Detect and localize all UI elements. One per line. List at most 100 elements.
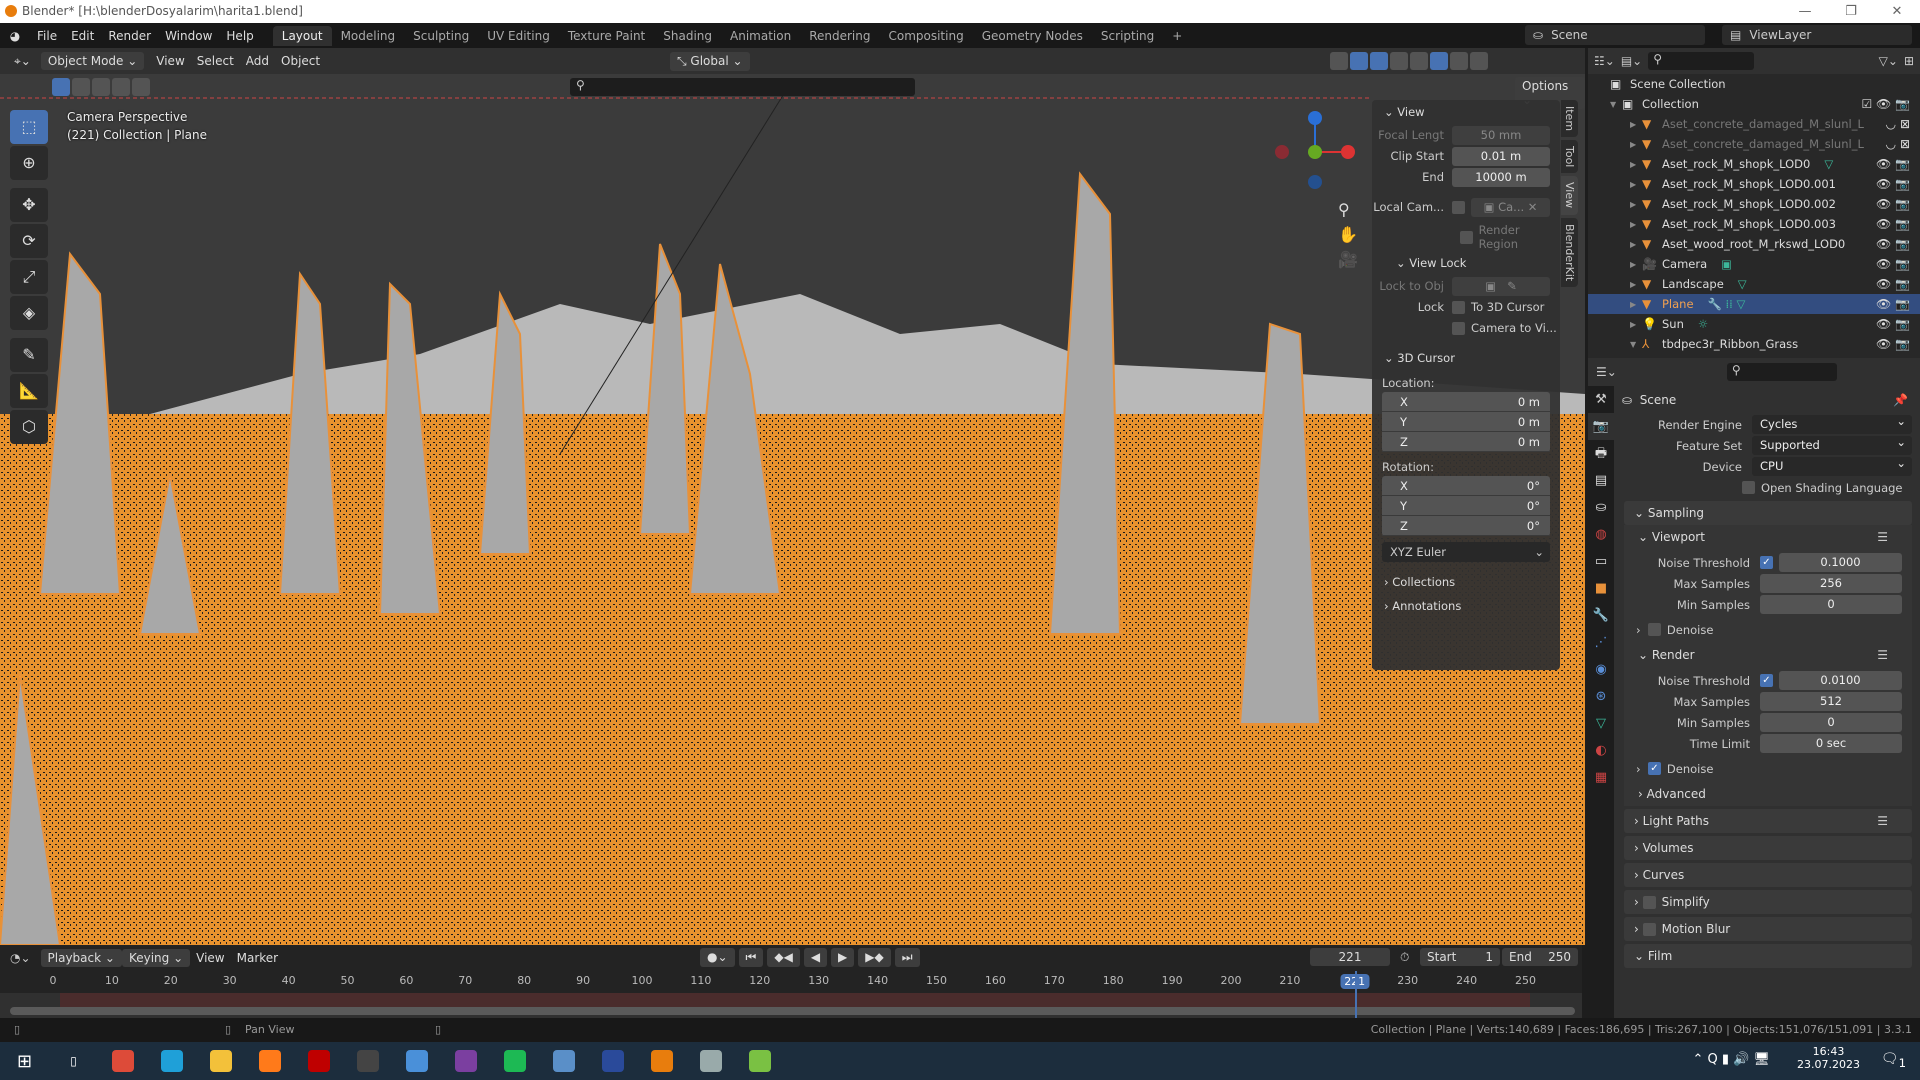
panel-film[interactable]: ⌄ Film [1624,944,1912,968]
render-min-samples-field[interactable]: 0 [1760,713,1902,732]
visibility-icon[interactable] [1330,52,1348,70]
outliner-item[interactable]: ▼ ⅄ tbdpec3r_Ribbon_Grass 👁 📷 [1588,334,1920,354]
cursor-icon[interactable]: ⊕ [10,146,48,180]
panel-curves[interactable]: › Curves [1624,863,1912,887]
visibility-toggles[interactable]: 👁 📷 [1876,317,1910,331]
viewport-noise-checkbox[interactable]: ✓ [1760,556,1773,569]
rendered-shading-icon[interactable] [1470,52,1488,70]
visibility-toggles[interactable]: 👁 📷 [1876,297,1910,311]
prev-keyframe-button[interactable]: ◆◀ [767,948,800,967]
3d-viewport[interactable]: ⚲ Options ⌄ ⬚⊕ ✥⟳⤢◈ ✎📐⬡ Camera Perspective… [0,74,1585,945]
cursor-loc-y-field[interactable]: Y 0 m [1382,412,1550,432]
taskbar-chrome[interactable] [98,1042,147,1080]
panel-simplify[interactable]: › Simplify [1624,890,1912,914]
xray-toggle-icon[interactable] [1390,52,1408,70]
filter-view-layer-icon[interactable]: ▤⌄ [1621,54,1642,68]
taskbar-firefox[interactable] [245,1042,294,1080]
annotate-icon[interactable]: ✎ [10,338,48,372]
select-intersect-icon[interactable] [132,78,150,96]
viewport-max-samples-field[interactable]: 256 [1760,574,1902,593]
menu-help[interactable]: Help [219,29,260,43]
taskbar-mixer[interactable] [343,1042,392,1080]
feature-set-dropdown[interactable]: Supported [1752,433,1912,455]
blender-menu-icon[interactable]: ◕ [0,29,30,43]
taskbar-notepad[interactable] [735,1042,784,1080]
cursor-rot-y-field[interactable]: Y 0° [1382,496,1550,516]
material-shading-icon[interactable] [1450,52,1468,70]
tab-modeling[interactable]: Modeling [332,26,405,46]
rotate-icon[interactable]: ⟳ [10,224,48,258]
advanced-subpanel-header[interactable]: › Advanced [1624,782,1912,806]
cursor-loc-x-field[interactable]: X 0 m [1382,392,1550,412]
end-frame-field[interactable]: End 250 [1502,948,1578,966]
editor-type-icon[interactable]: ◔⌄ [10,951,31,965]
new-collection-icon[interactable]: ⊞ [1904,54,1914,68]
solid-shading-icon[interactable] [1430,52,1448,70]
render-subpanel-header[interactable]: ⌄ Render ☰ [1624,643,1912,667]
render-properties-icon[interactable]: 📷 [1588,413,1614,440]
lock-to-cursor-toggle[interactable]: To 3D Cursor [1452,300,1544,314]
modifier-properties-icon[interactable]: 🔧 [1588,602,1614,629]
local-camera-field[interactable]: ▣ Ca... ✕ [1471,197,1550,217]
visibility-toggles[interactable]: 👁 📷 [1876,237,1910,251]
render-engine-dropdown[interactable]: Cycles [1752,412,1912,434]
timeline-scrollbar[interactable] [10,1007,1575,1015]
taskbar-filezilla[interactable] [294,1042,343,1080]
navigation-gizmo[interactable]: ⚲ ✋ 🎥 [1270,110,1360,270]
select-box-icon[interactable]: ⬚ [10,110,48,144]
lock-object-field[interactable]: ▣ ✎ [1452,276,1550,296]
rotation-mode-dropdown[interactable]: XYZ Euler ⌄ [1382,542,1550,562]
system-tray-icons[interactable]: ⌃ Q ▮ 🔊 🖥 [1693,1052,1771,1067]
presets-icon[interactable]: ☰ [1877,530,1888,544]
add-cube-icon[interactable]: ⬡ [10,410,48,444]
tab-rendering[interactable]: Rendering [800,26,879,46]
wireframe-shading-icon[interactable] [1410,52,1428,70]
render-region-toggle[interactable]: Render Region [1372,223,1560,251]
visibility-toggles[interactable]: 👁 📷 [1876,337,1910,351]
select-invert-icon[interactable] [112,78,130,96]
scene-selector[interactable]: ⛀ Scene [1525,25,1705,45]
tab-scripting[interactable]: Scripting [1092,26,1163,46]
outliner-item[interactable]: ▶ ▼ Aset_concrete_damaged_M_slunl_L ◡ ⊠ [1588,134,1920,154]
menu-edit[interactable]: Edit [64,29,101,43]
outliner-item[interactable]: ▶ ▼ Aset_rock_M_shopk_LOD0.002 👁 📷 [1588,194,1920,214]
outliner-item[interactable]: ▼ ▣ Collection ☑ 👁 📷 [1588,94,1920,114]
menu-view[interactable]: View [150,52,190,70]
outliner-item[interactable]: ▶ 💡 Sun ☼ 👁 📷 [1588,314,1920,334]
viewport-min-samples-field[interactable]: 0 [1760,595,1902,614]
move-icon[interactable]: ✥ [10,188,48,222]
collapse-arrow-icon[interactable]: ▼ [1610,100,1622,109]
visibility-toggles[interactable]: 👁 📷 [1876,157,1910,171]
particle-properties-icon[interactable]: ⋰ [1588,629,1614,656]
play-reverse-button[interactable]: ◀ [803,948,828,967]
sidebar-tab-tool[interactable]: Tool [1561,140,1578,174]
transform-icon[interactable]: ◈ [10,296,48,330]
constraint-properties-icon[interactable]: ⊛ [1588,683,1614,710]
physics-properties-icon[interactable]: ◉ [1588,656,1614,683]
orientation-selector[interactable]: ⤡ Global ⌄ [670,51,750,71]
data-properties-icon[interactable]: ▽ [1588,710,1614,737]
tab-texture-paint[interactable]: Texture Paint [559,26,654,46]
select-new-icon[interactable] [52,78,70,96]
outliner-item[interactable]: ▶ ▼ Aset_rock_M_shopk_LOD0.001 👁 📷 [1588,174,1920,194]
cursor-rot-z-field[interactable]: Z 0° [1382,516,1550,536]
visibility-toggles[interactable]: ◡ ⊠ [1886,117,1910,131]
outliner-item[interactable]: ▶ ▼ Landscape ▽ 👁 📷 [1588,274,1920,294]
visibility-toggles[interactable]: 👁 📷 [1876,217,1910,231]
taskbar-spotify[interactable] [490,1042,539,1080]
menu-add[interactable]: Add [240,52,275,70]
scale-icon[interactable]: ⤢ [10,260,48,294]
properties-search-input[interactable]: ⚲ [1726,363,1837,381]
cursor-rot-x-field[interactable]: X 0° [1382,476,1550,496]
auto-keying-button[interactable]: ●⌄ [700,948,735,967]
expand-arrow-icon[interactable]: ▶ [1630,160,1642,169]
view-lock-header[interactable]: ⌄ View Lock [1372,251,1560,275]
task-view-button[interactable]: ▯ [49,1042,98,1080]
menu-file[interactable]: File [30,29,64,43]
next-keyframe-button[interactable]: ▶◆ [858,948,891,967]
start-button[interactable]: ⊞ [0,1042,49,1080]
viewport-noise-field[interactable]: 0.1000 [1779,553,1902,572]
device-dropdown[interactable]: CPU [1752,454,1912,476]
3d-cursor-panel-header[interactable]: ⌄ 3D Cursor [1372,346,1560,370]
sidebar-tab-blenderkit[interactable]: BlenderKit [1561,217,1578,287]
